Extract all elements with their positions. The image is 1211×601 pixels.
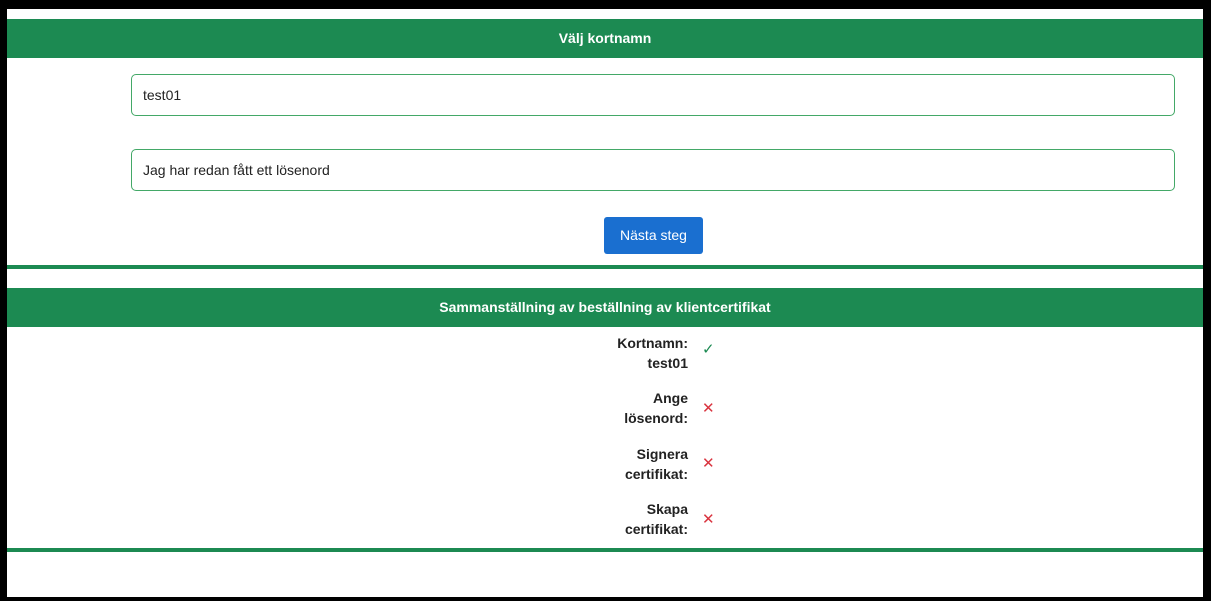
summary-label: Ange lösenord: — [624, 390, 688, 426]
summary-section-title: Sammanställning av beställning av klient… — [7, 288, 1203, 327]
password-option-select[interactable]: Jag har redan fått ett lösenord — [131, 149, 1175, 191]
cross-icon: ✕ — [702, 511, 715, 528]
summary-label: Skapa certifikat: — [624, 501, 688, 537]
check-icon: ✓ — [702, 341, 715, 358]
summary-label: Signera certifikat: — [624, 446, 688, 482]
page-content: Välj kortnamn Jag har redan fått ett lös… — [7, 9, 1203, 597]
card-name-section-title: Välj kortnamn — [7, 19, 1203, 58]
summary-row-create-certificate: Skapa certifikat: ✕ — [7, 499, 1203, 539]
summary-row-set-password: Ange lösenord: ✕ — [7, 388, 1203, 428]
summary-list: Kortnamn: test01 ✓ Ange lösenord: ✕ Sign… — [7, 327, 1203, 548]
bottom-divider — [7, 548, 1203, 552]
card-name-input[interactable] — [131, 74, 1175, 116]
cross-icon: ✕ — [702, 400, 715, 417]
card-name-form: Jag har redan fått ett lösenord Nästa st… — [7, 58, 1203, 265]
cross-icon: ✕ — [702, 455, 715, 472]
summary-label: Kortnamn: test01 — [617, 335, 688, 371]
summary-row-sign-certificate: Signera certifikat: ✕ — [7, 444, 1203, 484]
summary-row-card-name: Kortnamn: test01 ✓ — [7, 333, 1203, 373]
next-step-button[interactable]: Nästa steg — [604, 217, 703, 254]
